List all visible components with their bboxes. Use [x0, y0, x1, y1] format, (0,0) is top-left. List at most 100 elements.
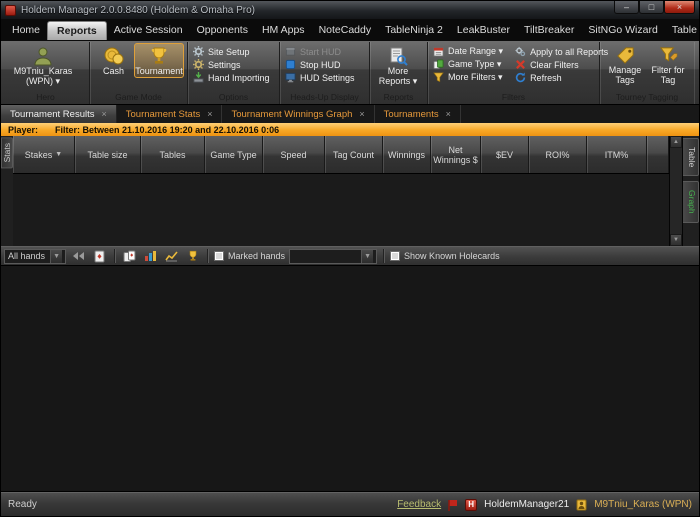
hands-toolbar: All hands ▼ Marked hands ▼ Show Known Ho… [1, 246, 699, 266]
logged-in-player: M9Tniu_Karas (WPN) [594, 499, 692, 510]
column-header-tables[interactable]: Tables [141, 136, 205, 173]
graph-icon[interactable] [163, 249, 180, 264]
menu-item-table-scanner[interactable]: Table Scanner [665, 21, 700, 39]
replay-back-icon[interactable] [70, 249, 87, 264]
menu-item-notecaddy[interactable]: NoteCaddy [312, 21, 379, 39]
active-filter-bar: Player: Filter: Between 21.10.2016 19:20… [1, 123, 699, 136]
results-table: Stakes ▼ Table size Tables Game Type Spee… [13, 136, 669, 246]
manage-tags-button[interactable]: Manage Tags [603, 43, 647, 87]
minimize-button[interactable]: – [614, 1, 639, 14]
close-button[interactable]: × [664, 1, 695, 14]
tab-tournament-results[interactable]: Tournament Results × [1, 105, 117, 123]
column-header-table-size[interactable]: Table size [75, 136, 141, 173]
date-range-label: Date Range ▾ [448, 46, 504, 56]
tab-tournament-stats[interactable]: Tournament Stats × [117, 105, 223, 123]
hero-selector[interactable]: M9Tniu_Karas (WPN) ▾ [5, 43, 81, 88]
player-card-icon [576, 499, 587, 511]
menu-item-opponents[interactable]: Opponents [190, 21, 255, 39]
game-type-button[interactable]: Game Type ▾ [431, 59, 505, 70]
ribbon-group-tagging: Manage Tags Filter for Tag Tourney Taggi… [600, 42, 694, 104]
settings-button[interactable]: Settings [191, 59, 272, 70]
close-tab-icon[interactable]: × [446, 109, 451, 119]
column-label: Net Winnings $ [433, 144, 478, 165]
marked-hands-checkbox[interactable] [214, 251, 224, 261]
menu-item-leakbuster[interactable]: LeakBuster [450, 21, 517, 39]
ribbon-group-hud: Start HUD Stop HUD HUD Settings Heads-Up… [280, 42, 370, 104]
player-filter-label[interactable]: Player: [1, 125, 45, 135]
column-header-winnings[interactable]: Winnings [383, 136, 431, 173]
column-header-ev[interactable]: $EV [481, 136, 529, 173]
column-header-game-type[interactable]: Game Type [205, 136, 263, 173]
table-body-empty[interactable] [13, 173, 669, 246]
stats-side-tab[interactable]: Stats [1, 137, 13, 169]
start-hud-icon [285, 46, 296, 57]
column-header-itm[interactable]: ITM% [587, 136, 647, 173]
ribbon-group-reports: More Reports ▾ Reports [370, 42, 428, 104]
coins-icon [104, 46, 124, 66]
site-setup-button[interactable]: Site Setup [191, 46, 272, 57]
feedback-link[interactable]: Feedback [397, 499, 441, 510]
monitor-icon [285, 72, 296, 83]
holecards-icon[interactable] [121, 249, 138, 264]
stop-hud-icon [285, 59, 296, 70]
clear-filters-label: Clear Filters [530, 59, 579, 70]
hands-list-empty-panel[interactable] [1, 266, 699, 492]
hud-settings-button[interactable]: HUD Settings [283, 72, 357, 83]
close-tab-icon[interactable]: × [207, 109, 212, 119]
start-hud-button[interactable]: Start HUD [283, 46, 357, 57]
show-known-holecards-checkbox[interactable] [390, 251, 401, 261]
tournament-mode-button[interactable]: Tournament [134, 43, 184, 78]
menu-item-hm-apps[interactable]: HM Apps [255, 21, 312, 39]
menu-item-sitngo-wizard[interactable]: SitNGo Wizard [581, 21, 664, 39]
filter-summary-text[interactable]: Filter: Between 21.10.2016 19:20 and 22.… [45, 125, 279, 135]
hm-account-icon: H [465, 498, 478, 511]
stats-chart-icon[interactable] [142, 249, 159, 264]
apply-all-reports-button[interactable]: Apply to all Reports [513, 46, 610, 57]
column-header-filler [647, 136, 669, 173]
tab-tournament-winnings-graph[interactable]: Tournament Winnings Graph × [222, 105, 375, 123]
chevron-down-icon[interactable]: ▼ [55, 150, 62, 160]
menu-item-reports[interactable]: Reports [47, 20, 107, 40]
tourney-trophy-icon[interactable] [184, 249, 201, 264]
tab-label: Tournament Stats [125, 108, 201, 120]
hands-filter-dropdown[interactable]: All hands ▼ [4, 248, 66, 264]
date-range-button[interactable]: Date Range ▾ [431, 46, 505, 57]
column-header-stakes[interactable]: Stakes ▼ [13, 136, 75, 173]
filter-for-tag-button[interactable]: Filter for Tag [647, 43, 689, 87]
refresh-label: Refresh [530, 72, 562, 83]
maximize-button[interactable]: □ [639, 1, 664, 14]
trophy-icon [149, 46, 169, 66]
refresh-button[interactable]: Refresh [513, 72, 610, 83]
menu-item-tableninja[interactable]: TableNinja 2 [378, 21, 450, 39]
more-filters-button[interactable]: More Filters ▾ [431, 72, 505, 83]
vertical-scrollbar[interactable]: ▲ ▼ [669, 136, 682, 246]
marked-hands-dropdown[interactable]: ▼ [289, 248, 378, 264]
clear-filters-button[interactable]: Clear Filters [513, 59, 610, 70]
table-side-tab[interactable]: Table [683, 138, 699, 177]
scroll-up-icon[interactable]: ▲ [670, 136, 682, 148]
column-header-speed[interactable]: Speed [263, 136, 325, 173]
menu-item-home[interactable]: Home [5, 21, 47, 39]
close-tab-icon[interactable]: × [359, 109, 364, 119]
cash-mode-button[interactable]: Cash [93, 43, 134, 78]
group-label-options: Options [218, 92, 249, 102]
menu-item-tiltbreaker[interactable]: TiltBreaker [517, 21, 581, 39]
stop-hud-button[interactable]: Stop HUD [283, 59, 357, 70]
column-header-net-winnings[interactable]: Net Winnings $ [431, 136, 481, 173]
column-header-tag-count[interactable]: Tag Count [325, 136, 383, 173]
group-label-tagging: Tourney Tagging [615, 92, 679, 102]
chevron-down-icon: ▼ [50, 249, 62, 263]
stop-hud-label: Stop HUD [300, 59, 341, 70]
tournament-mode-label: Tournament [135, 66, 183, 76]
column-label: $EV [495, 149, 513, 160]
tab-tournaments[interactable]: Tournaments × [375, 105, 461, 123]
scroll-down-icon[interactable]: ▼ [670, 234, 682, 246]
hand-importing-button[interactable]: Hand Importing [191, 72, 272, 83]
replayer-icon[interactable] [91, 249, 108, 264]
menu-item-active-session[interactable]: Active Session [107, 21, 190, 39]
close-tab-icon[interactable]: × [101, 109, 106, 119]
notification-flag-icon[interactable] [448, 499, 458, 511]
column-header-roi[interactable]: ROI% [529, 136, 587, 173]
graph-side-tab[interactable]: Graph [683, 181, 699, 223]
more-reports-button[interactable]: More Reports ▾ [373, 43, 423, 88]
